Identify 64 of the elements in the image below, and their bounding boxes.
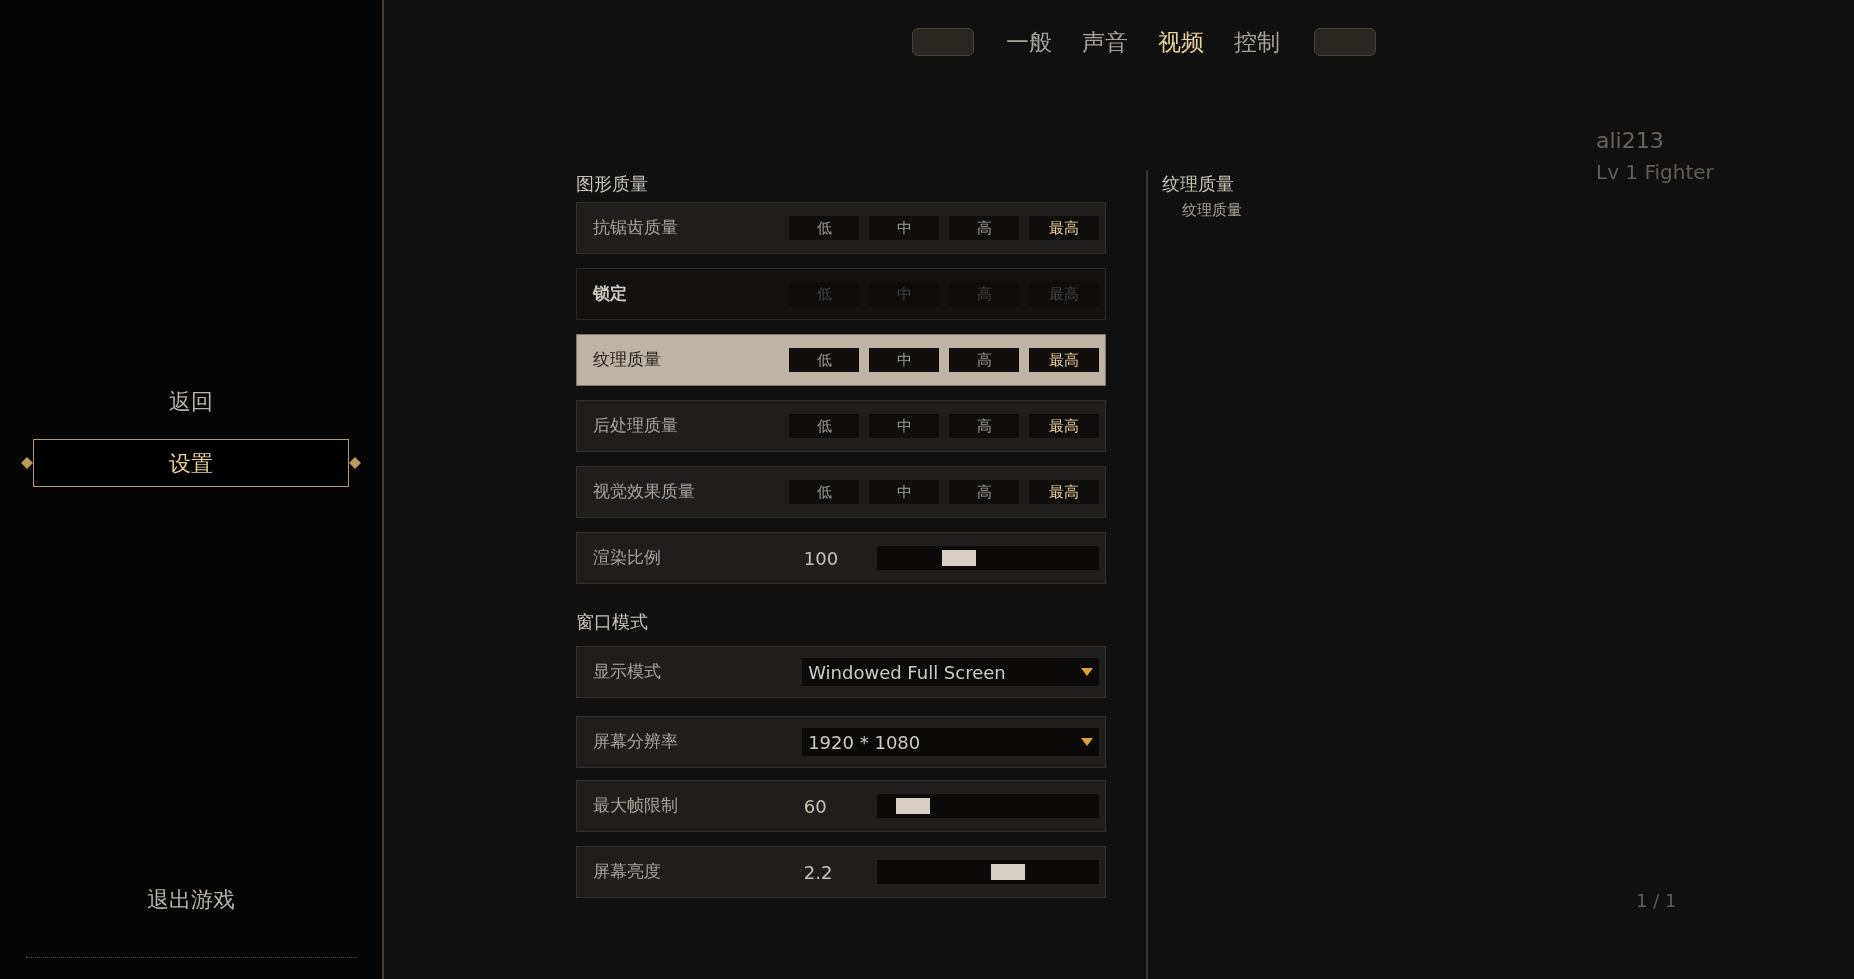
menu-item[interactable]: 退出游戏 [147,875,235,923]
setting-label: 纹理质量 [593,348,662,372]
page-indicator: 1 / 1 [1636,889,1677,913]
character-info: Lv 1 Fighter [1596,159,1714,186]
option-button[interactable]: 中 [869,414,939,438]
caret-icon [1081,668,1093,676]
setting-row[interactable]: 显示模式 Windowed Full Screen [576,646,1106,698]
dropdown[interactable]: Windowed Full Screen [802,658,1099,686]
setting-label: 最大帧限制 [593,794,679,818]
option-button[interactable]: 中 [869,348,939,372]
setting-row[interactable]: 屏幕亮度 2.2 [576,846,1106,898]
setting-label: 屏幕亮度 [593,860,662,884]
slider-track[interactable] [877,794,1099,818]
setting-label: 后处理质量 [593,414,679,438]
option-button[interactable]: 最高 [1029,216,1099,240]
setting-row[interactable]: 纹理质量 低 中 高 最高 [576,334,1106,386]
setting-row[interactable]: 视觉效果质量 低 中 高 最高 [576,466,1106,518]
option-button[interactable]: 中 [869,216,939,240]
setting-label: 渲染比例 [593,546,662,570]
tab[interactable]: 控制 [1234,24,1280,60]
description-text: 纹理质量 [1182,200,1242,221]
setting-label: 视觉效果质量 [593,480,696,504]
option-button[interactable]: 高 [949,480,1019,504]
option-button[interactable]: 高 [949,414,1019,438]
option-button[interactable]: 低 [789,348,859,372]
option-button[interactable]: 最高 [1029,348,1099,372]
tab[interactable]: 声音 [1082,24,1128,60]
setting-label: 锁定 [593,282,628,306]
setting-row[interactable]: 抗锯齿质量 低 中 高 最高 [576,202,1106,254]
slider-thumb[interactable] [896,798,931,814]
diamond-icon [349,457,361,469]
section-title: 图形质量 [576,172,648,196]
menu-item[interactable]: 设置 [33,439,349,487]
option-button[interactable]: 高 [949,348,1019,372]
slider-value: 100 [802,546,840,571]
option-button[interactable]: 最高 [1029,480,1099,504]
tab[interactable]: 一般 [1006,24,1052,60]
setting-row[interactable]: 最大帧限制 60 [576,780,1106,832]
option-button[interactable]: 高 [949,216,1019,240]
menu-item[interactable]: 返回 [169,377,213,425]
description-title: 纹理质量 [1162,172,1234,196]
slider-track[interactable] [877,546,1099,570]
option-button[interactable]: 低 [789,414,859,438]
slider-value: 2.2 [802,860,834,885]
slider-thumb[interactable] [990,864,1025,880]
slider-track[interactable] [877,860,1099,884]
setting-label: 抗锯齿质量 [593,216,679,240]
section-title: 窗口模式 [576,610,648,634]
option-button[interactable]: 最高 [1029,414,1099,438]
setting-label: 显示模式 [593,660,662,684]
dropdown[interactable]: 1920 * 1080 [802,728,1099,756]
character-name: ali213 [1596,127,1664,155]
setting-label: 屏幕分辨率 [593,730,679,754]
caret-icon [1081,738,1093,746]
setting-row[interactable]: 屏幕分辨率 1920 * 1080 [576,716,1106,768]
slider-value: 60 [802,794,828,819]
setting-row[interactable]: 渲染比例 100 [576,532,1106,584]
option-button[interactable]: 低 [789,216,859,240]
diamond-icon [21,457,33,469]
option-button[interactable]: 低 [789,480,859,504]
setting-row[interactable]: 后处理质量 低 中 高 最高 [576,400,1106,452]
option-button[interactable]: 中 [869,480,939,504]
tab[interactable]: 视频 [1158,24,1204,60]
slider-thumb[interactable] [941,550,976,566]
